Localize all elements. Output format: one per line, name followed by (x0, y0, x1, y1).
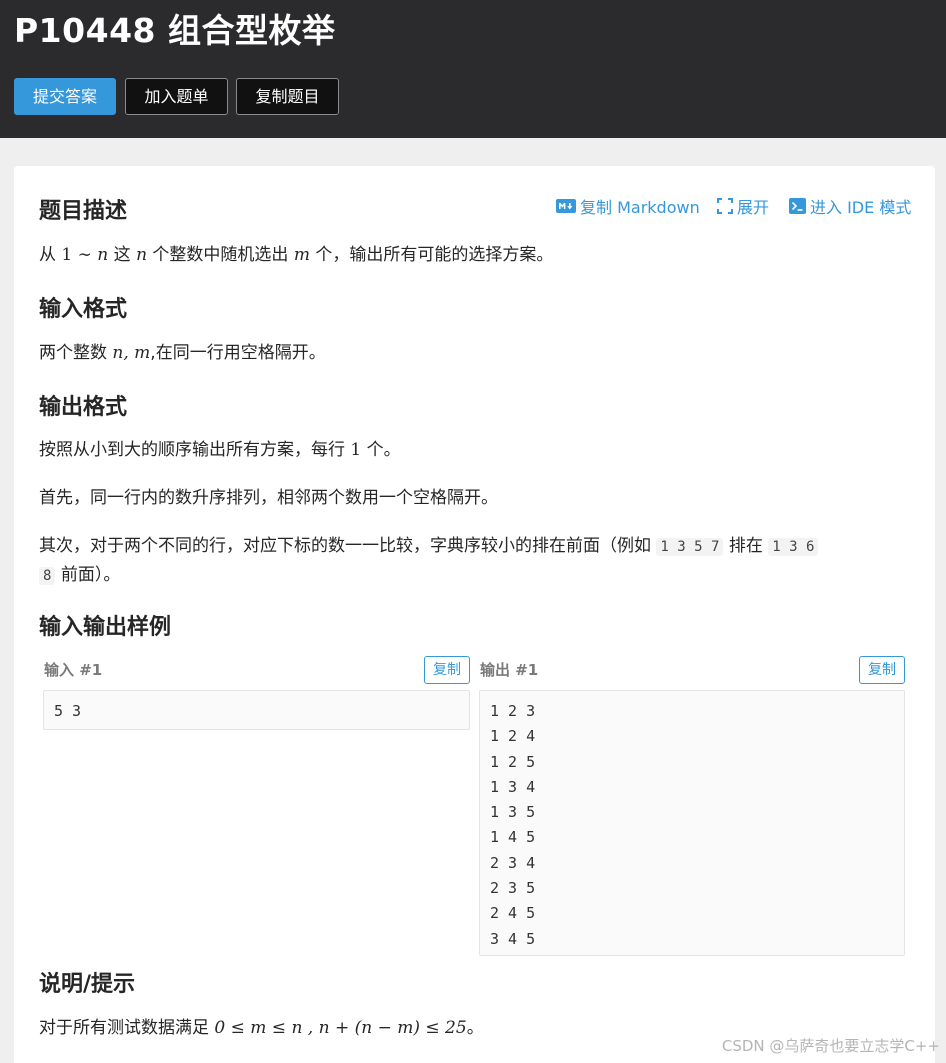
copy-markdown-label: 复制 Markdown (580, 198, 700, 217)
desc-text-1: 从 (39, 245, 56, 265)
hint-text-1: 对于所有测试数据满足 (39, 1018, 209, 1038)
copy-problem-button[interactable]: 复制题目 (236, 78, 339, 115)
sample-output-box[interactable]: 1 2 3 1 2 4 1 2 5 1 3 4 1 3 5 1 4 5 2 3 … (479, 690, 905, 956)
input-format-heading: 输入格式 (39, 297, 128, 322)
desc-math-1: 1 (61, 245, 73, 265)
sample-output-label: 输出 #1 (480, 661, 539, 679)
inline-code-example-2b: 8 (39, 567, 56, 585)
output-para3-text-3: 前面）。 (60, 565, 121, 585)
input-format-text: 两个整数 n, m,在同一行用空格隔开。 (39, 339, 326, 367)
sample-input-box[interactable]: 5 3 (43, 690, 470, 730)
output-format-para-3: 其次，对于两个不同的行，对应下标的数一一比较，字典序较小的排在前面（例如 1 3… (39, 532, 919, 590)
input-format-text-1: 两个整数 (39, 343, 107, 363)
output-para3-text-1: 其次，对于两个不同的行，对应下标的数一一比较，字典序较小的排在前面（例如 (39, 536, 651, 556)
terminal-icon (789, 198, 806, 214)
problem-header: P10448 组合型枚举 提交答案 加入题单 复制题目 (0, 0, 946, 138)
output-para1-text-1: 按照从小到大的顺序输出所有方案，每行 (39, 440, 345, 460)
hint-math: 0 ≤ m ≤ n , n + (n − m) ≤ 25 (214, 1018, 467, 1038)
hint-text-2: 。 (466, 1018, 484, 1038)
copy-markdown-button[interactable]: 复制 Markdown (556, 194, 700, 218)
markdown-icon (556, 199, 576, 213)
expand-label: 展开 (737, 198, 770, 217)
expand-button[interactable]: 展开 (717, 194, 769, 218)
problem-title: P10448 组合型枚举 (14, 11, 336, 50)
description-text: 从 1 ∼ n 这 n 个整数中随机选出 m 个，输出所有可能的选择方案。 (39, 241, 553, 269)
ide-mode-button[interactable]: 进入 IDE 模式 (789, 194, 911, 218)
hint-heading: 说明/提示 (39, 972, 136, 997)
input-format-text-2: ,在同一行用空格隔开。 (150, 343, 326, 363)
problem-card: 复制 Markdown 展开 进入 IDE 模式 题目描述 从 1 ∼ n 这 … (14, 166, 935, 1063)
csdn-watermark: CSDN @乌萨奇也要立志学C++ (721, 1037, 940, 1055)
description-heading: 题目描述 (39, 199, 128, 224)
desc-tilde: ∼ (77, 245, 92, 265)
copy-input-button[interactable]: 复制 (424, 656, 470, 684)
submit-answer-button[interactable]: 提交答案 (14, 78, 116, 115)
sample-input-label: 输入 #1 (44, 661, 103, 679)
samples-heading: 输入输出样例 (39, 615, 172, 640)
desc-math-n: n (97, 245, 109, 265)
output-format-para-2: 首先，同一行内的数升序排列，相邻两个数用一个空格隔开。 (39, 488, 498, 508)
desc-math-m: m (293, 245, 310, 265)
hint-text: 对于所有测试数据满足 0 ≤ m ≤ n , n + (n − m) ≤ 25。 (39, 1014, 484, 1042)
add-to-list-button[interactable]: 加入题单 (125, 78, 228, 115)
copy-output-button[interactable]: 复制 (859, 656, 905, 684)
desc-text-4: 个，输出所有可能的选择方案。 (315, 245, 554, 265)
ide-mode-label: 进入 IDE 模式 (810, 198, 912, 217)
output-para1-text-2: 个。 (366, 440, 401, 460)
inline-code-example-2a: 1 3 6 (768, 538, 819, 556)
desc-text-3: 个整数中随机选出 (152, 245, 289, 265)
output-para1-math: 1 (350, 440, 362, 460)
output-format-para-1: 按照从小到大的顺序输出所有方案，每行 1 个。 (39, 436, 401, 464)
expand-icon (717, 198, 733, 214)
inline-code-example-1: 1 3 5 7 (656, 538, 724, 556)
input-format-math: n, m (112, 343, 151, 363)
desc-text-2: 这 (113, 245, 131, 265)
desc-math-n2: n (136, 245, 148, 265)
output-format-heading: 输出格式 (39, 395, 128, 420)
output-para3-text-2: 排在 (728, 536, 763, 556)
